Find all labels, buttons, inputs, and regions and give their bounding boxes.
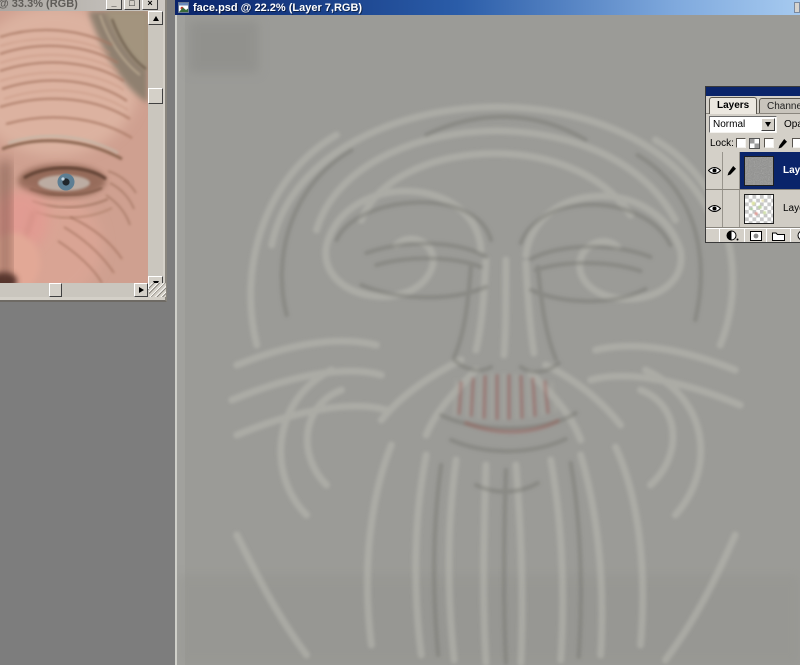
blend-mode-select[interactable]: Normal [709, 116, 777, 133]
triangle-right-icon [139, 287, 144, 293]
adjustment-layer-icon [797, 230, 800, 241]
folder-icon [772, 231, 785, 241]
vertical-scroll-thumb[interactable] [148, 88, 163, 104]
new-layer-set-button[interactable] [767, 229, 790, 242]
photo-canvas[interactable] [0, 11, 148, 283]
opacity-label: Opacity: [784, 119, 800, 130]
lock-transparency-checkbox[interactable] [736, 138, 746, 148]
window-control-sliver[interactable] [794, 2, 800, 13]
add-layer-mask-button[interactable] [745, 229, 766, 242]
layer-mask-icon [750, 231, 762, 241]
maximize-button[interactable]: □ [124, 0, 140, 10]
layers-palette: Layers Channels Normal Opacity: Lock: [705, 86, 800, 243]
palette-footer [706, 228, 800, 242]
layers-list: Layer 7 [706, 152, 800, 228]
close-button[interactable]: × [142, 0, 158, 10]
scroll-up-button[interactable] [148, 11, 163, 25]
photo-horizontal-scrollbar[interactable] [0, 283, 148, 297]
layer-thumbnail[interactable] [740, 190, 778, 227]
palette-titlebar[interactable] [706, 87, 800, 96]
layer-style-button[interactable] [720, 229, 744, 242]
triangle-up-icon [153, 16, 159, 21]
eye-icon [708, 166, 721, 175]
document-icon [178, 2, 189, 13]
tab-layers[interactable]: Layers [709, 97, 757, 114]
blend-mode-value: Normal [713, 119, 745, 130]
photo-window-titlebar[interactable]: @ 33.3% (RGB) _ □ × [0, 0, 165, 11]
paintbrush-icon [726, 165, 737, 177]
photo-vertical-scrollbar[interactable] [148, 11, 163, 290]
minimize-button[interactable]: _ [106, 0, 122, 10]
footer-spacer [706, 229, 719, 242]
document-title: face.psd @ 22.2% (Layer 7,RGB) [193, 2, 362, 14]
layer-style-icon [726, 230, 739, 241]
visibility-toggle[interactable] [706, 152, 723, 189]
paint-indicator [723, 152, 740, 189]
lock-row: Lock: [706, 135, 800, 152]
layer-row[interactable]: Layer 1 [706, 190, 800, 228]
document-titlebar[interactable]: face.psd @ 22.2% (Layer 7,RGB) [175, 0, 800, 15]
eye-icon [708, 204, 721, 213]
transparency-checker-icon [749, 138, 760, 149]
lock-position-checkbox[interactable] [792, 138, 800, 148]
chevron-down-icon [765, 122, 771, 127]
horizontal-scroll-thumb[interactable] [49, 283, 62, 297]
layer-row-selected[interactable]: Layer 7 [706, 152, 800, 190]
desktop: @ 33.3% (RGB) _ □ × [0, 0, 800, 665]
layer-name[interactable]: Layer 7 [778, 152, 800, 189]
window-controls: _ □ × [106, 0, 158, 10]
palette-tab-bar: Layers Channels [706, 96, 800, 114]
photo-image [0, 11, 148, 283]
blend-mode-row: Normal Opacity: [706, 114, 800, 135]
photo-window-title: @ 33.3% (RGB) [0, 0, 78, 10]
tab-channels[interactable]: Channels [759, 98, 800, 113]
scroll-right-button[interactable] [134, 283, 148, 297]
window-resize-grip[interactable] [149, 283, 166, 297]
visibility-toggle[interactable] [706, 190, 723, 227]
lock-image-checkbox[interactable] [764, 138, 774, 148]
new-adjustment-layer-button[interactable] [791, 229, 800, 242]
layer-name[interactable]: Layer 1 [778, 190, 800, 227]
layer-thumbnail[interactable] [740, 152, 778, 189]
paint-indicator-empty [723, 190, 740, 227]
lock-label: Lock: [710, 138, 734, 149]
combo-dropdown-button[interactable] [761, 118, 775, 131]
photo-document-window: @ 33.3% (RGB) _ □ × [0, 0, 167, 302]
brush-lock-icon [777, 138, 788, 150]
